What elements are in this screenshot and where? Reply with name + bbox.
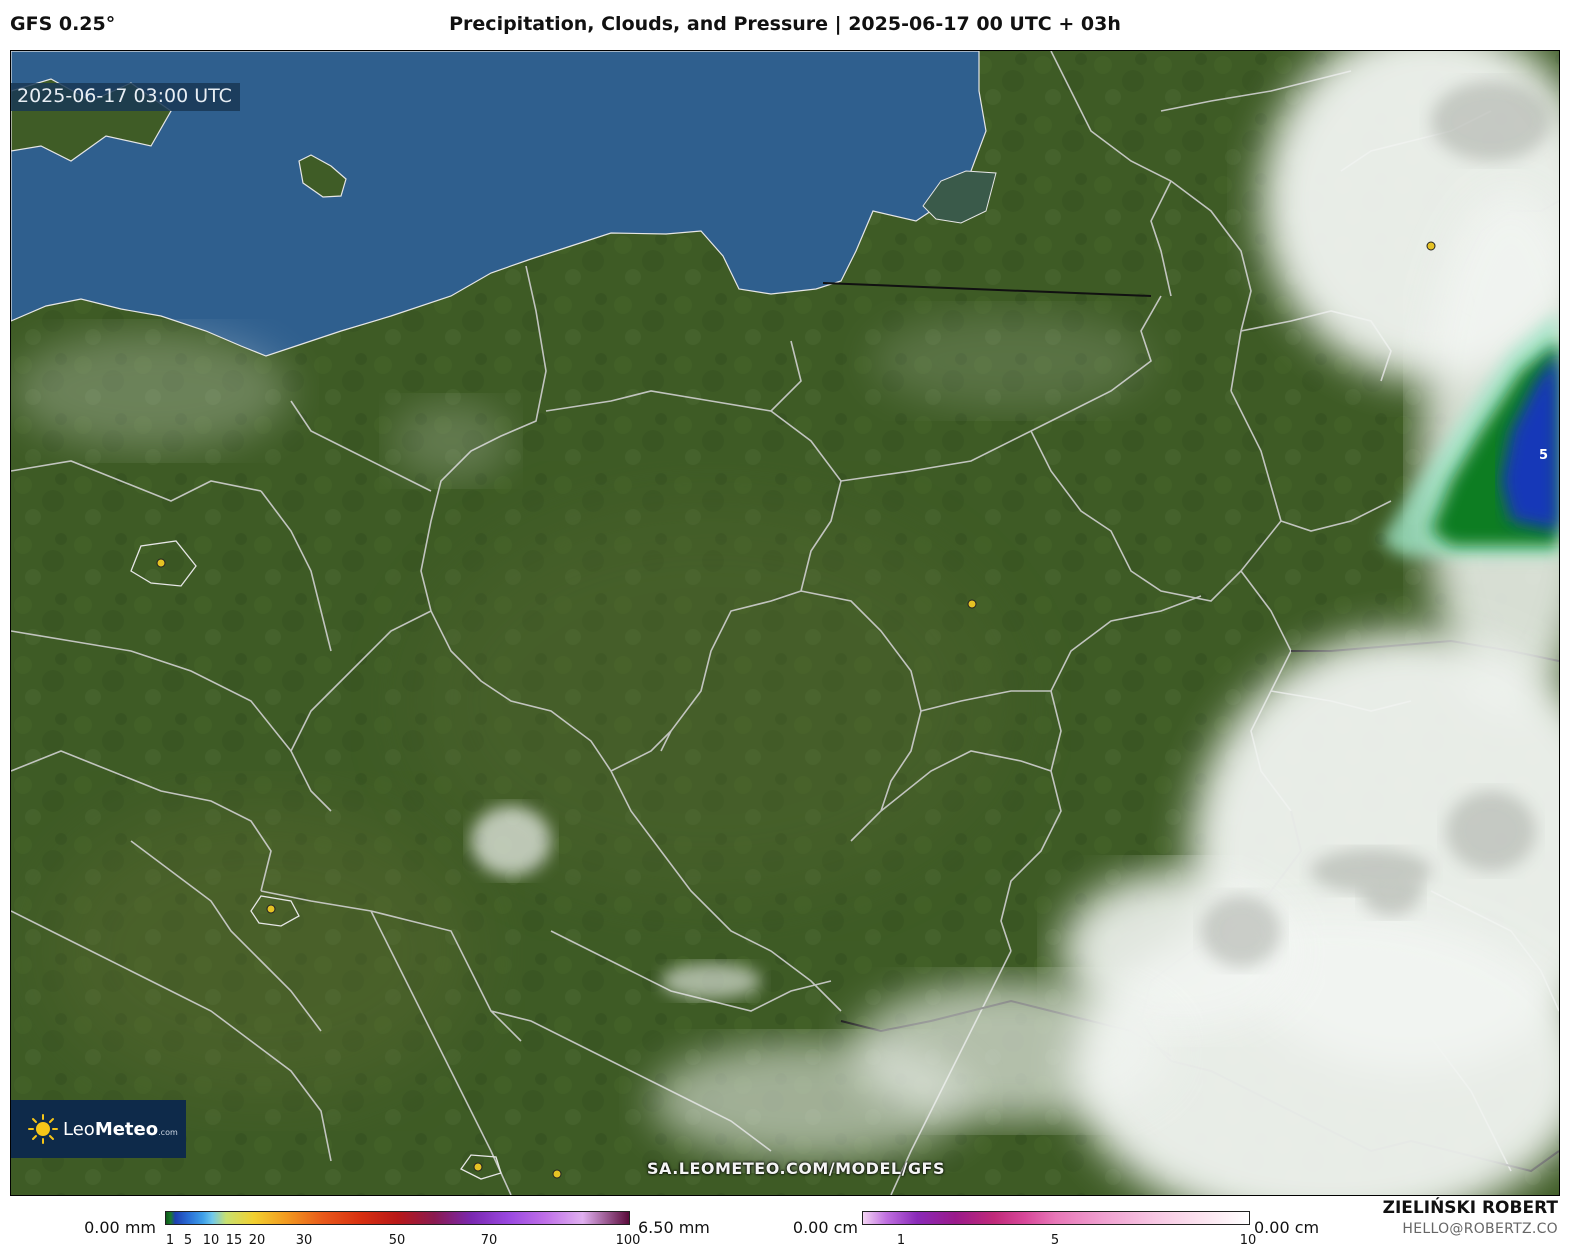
- valid-time-label: 2025-06-17 03:00 UTC: [11, 83, 240, 111]
- precip-tick: 100: [615, 1233, 641, 1248]
- snow-tick: 10: [1239, 1233, 1257, 1248]
- city-marker: [1426, 241, 1436, 251]
- weather-map[interactable]: 5 2025-06-17 03:00 UTC LeoMeteo.com SA.L…: [10, 50, 1560, 1196]
- city-marker: [967, 599, 977, 609]
- snow-tick: 5: [1050, 1233, 1060, 1248]
- precip-tick: 30: [295, 1233, 313, 1248]
- precip-tick: 15: [225, 1233, 243, 1248]
- sun-icon: [28, 1114, 58, 1144]
- leometeo-logo[interactable]: LeoMeteo.com: [11, 1100, 186, 1158]
- city-marker: [473, 1162, 483, 1172]
- snow-colorbar: [862, 1211, 1250, 1225]
- precip-tick: 50: [388, 1233, 406, 1248]
- source-url: SA.LEOMETEO.COM/MODEL/GFS: [647, 1159, 945, 1178]
- city-marker: [156, 558, 166, 568]
- precip-max-label: 6.50 mm: [638, 1218, 710, 1237]
- author-credit: ZIELIŃSKI ROBERT: [1382, 1198, 1558, 1218]
- precip-tick: 70: [480, 1233, 498, 1248]
- precip-tick: 20: [248, 1233, 266, 1248]
- snow-tick: 1: [896, 1233, 906, 1248]
- city-marker: [552, 1169, 562, 1179]
- precip-colorbar: [165, 1211, 630, 1225]
- snow-min-label: 0.00 cm: [792, 1218, 858, 1237]
- isobar-label: 5: [1539, 448, 1548, 463]
- precip-tick: 10: [202, 1233, 220, 1248]
- author-email[interactable]: HELLO@ROBERTZ.CO: [1402, 1221, 1558, 1237]
- snow-max-label: 0.00 cm: [1254, 1218, 1320, 1237]
- map-canvas: 5: [11, 51, 1559, 1195]
- precip-min-label: 0.00 mm: [84, 1218, 156, 1237]
- precip-tick: 1: [165, 1233, 175, 1248]
- chart-title: Precipitation, Clouds, and Pressure | 20…: [449, 13, 1121, 35]
- precip-tick: 5: [183, 1233, 193, 1248]
- city-marker: [266, 904, 276, 914]
- logo-text: LeoMeteo.com: [63, 1119, 178, 1140]
